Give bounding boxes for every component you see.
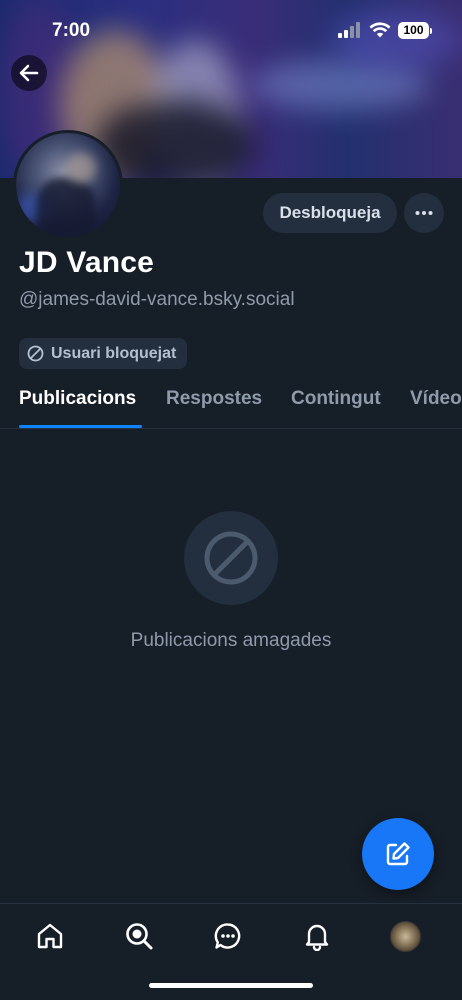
empty-state-message: Publicacions amagades [130, 630, 332, 651]
blocked-icon [204, 531, 258, 585]
profile-display-name: JD Vance [19, 246, 155, 279]
unblock-button[interactable]: Desbloqueja [263, 193, 397, 233]
nav-search[interactable] [123, 920, 155, 952]
ellipsis-icon [415, 211, 433, 215]
profile-tabs: Publicacions Respostes Contingut Vídeo [0, 380, 462, 429]
blocked-user-label: Usuari bloquejat [51, 344, 177, 362]
nav-chat[interactable] [212, 920, 244, 952]
nav-profile[interactable] [389, 920, 421, 952]
back-button[interactable] [11, 55, 47, 91]
tab-contingut[interactable]: Contingut [291, 388, 381, 410]
tab-respostes[interactable]: Respostes [166, 388, 262, 410]
tab-video[interactable]: Vídeo [410, 388, 462, 410]
profile-screen: 7:00 100 Desbloqueja JD Vance @james-dav… [0, 0, 462, 1000]
battery-icon: 100 [398, 22, 432, 39]
cellular-signal-icon [338, 22, 360, 38]
nav-notifications[interactable] [301, 920, 333, 952]
arrow-left-icon [19, 64, 39, 82]
status-bar: 7:00 100 [0, 0, 462, 60]
status-time: 7:00 [52, 20, 91, 41]
home-icon [37, 923, 63, 949]
profile-avatar[interactable] [13, 130, 123, 240]
compose-button[interactable] [362, 818, 434, 890]
tab-publicacions[interactable]: Publicacions [19, 388, 136, 410]
blocked-user-badge: Usuari bloquejat [19, 338, 188, 369]
profile-avatar [389, 920, 421, 952]
active-tab-indicator [19, 425, 142, 428]
nav-home[interactable] [34, 920, 66, 952]
empty-state-icon-container [184, 511, 278, 605]
search-icon [126, 923, 153, 950]
bell-icon [305, 924, 329, 951]
profile-handle: @james-david-vance.bsky.social [19, 289, 295, 310]
more-options-button[interactable] [404, 193, 444, 233]
home-indicator [149, 983, 313, 988]
blocked-icon [27, 345, 44, 362]
compose-icon [386, 842, 410, 866]
chat-icon [214, 923, 241, 949]
wifi-icon [369, 22, 391, 38]
